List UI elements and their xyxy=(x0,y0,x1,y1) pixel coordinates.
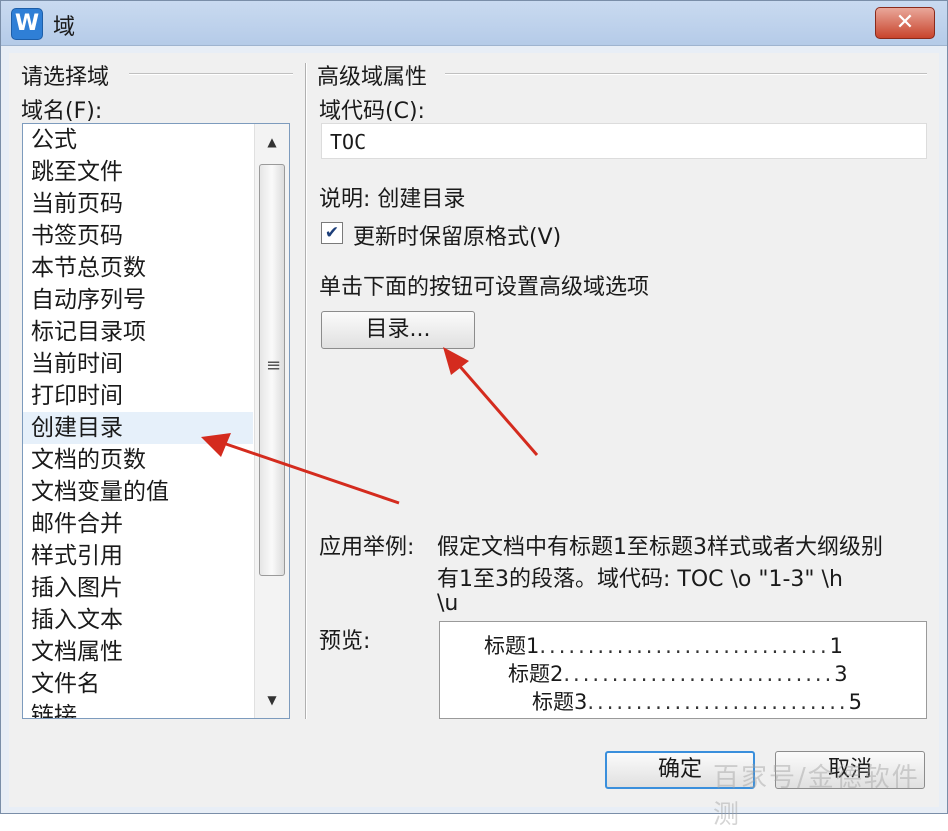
advanced-group-title: 高级域属性 xyxy=(317,59,434,91)
wps-writer-icon: W xyxy=(11,8,43,40)
group-divider xyxy=(445,73,927,75)
preview-title: 标题2 xyxy=(508,662,564,686)
field-list-item[interactable]: 文件名 xyxy=(23,668,253,700)
vertical-divider xyxy=(305,63,307,719)
dialog-title: 域 xyxy=(53,15,76,40)
preserve-format-label[interactable]: 更新时保留原格式(V) xyxy=(353,219,561,251)
group-divider xyxy=(129,73,293,75)
close-button[interactable]: ✕ xyxy=(875,7,935,39)
preview-title: 标题3 xyxy=(532,690,588,714)
field-list-item[interactable]: 打印时间 xyxy=(23,380,253,412)
field-group-title: 请选择域 xyxy=(21,59,116,91)
preview-entry-1: 标题1..............................1 xyxy=(484,630,843,660)
field-dialog: W 域 ✕ 请选择域 域名(F): 公式 跳至文件 当前页码 书签页码 本节总页数 自动序… xyxy=(0,0,948,830)
field-list-item[interactable]: 公式 xyxy=(23,124,253,156)
scroll-up-arrow-icon[interactable]: ▲ xyxy=(255,128,289,156)
field-code-label: 域代码(C): xyxy=(319,99,425,124)
field-list-item[interactable]: 文档变量的值 xyxy=(23,476,253,508)
field-list-item[interactable]: 链接 xyxy=(23,700,253,718)
field-list-item[interactable]: 邮件合并 xyxy=(23,508,253,540)
field-list-item[interactable]: 跳至文件 xyxy=(23,156,253,188)
preview-page: 5 xyxy=(848,690,862,714)
preview-page: 1 xyxy=(829,634,844,658)
leader-dots: ............................ xyxy=(563,662,835,686)
preview-title: 标题1 xyxy=(484,634,540,658)
field-name-label: 域名(F): xyxy=(21,99,103,124)
preview-page: 3 xyxy=(834,662,848,686)
field-list-items: 公式 跳至文件 当前页码 书签页码 本节总页数 自动序列号 标记目录项 当前时间 打印时间 创建目… xyxy=(23,124,253,718)
leader-dots: ........................... xyxy=(587,690,849,714)
example-label: 应用举例: xyxy=(319,535,415,560)
toc-options-button[interactable]: 目录... xyxy=(321,311,475,349)
title-bar[interactable]: W 域 ✕ xyxy=(1,1,947,46)
dialog-body: 请选择域 域名(F): 公式 跳至文件 当前页码 书签页码 本节总页数 自动序列号 标记目录… xyxy=(9,53,939,830)
example-text-line3: \u xyxy=(437,591,459,616)
preview-label: 预览: xyxy=(319,629,371,654)
advanced-hint-text: 单击下面的按钮可设置高级域选项 xyxy=(319,275,650,300)
field-list-item[interactable]: 创建目录 xyxy=(23,412,253,444)
preserve-format-checkbox[interactable]: ✔ xyxy=(321,222,343,244)
vertical-scrollbar[interactable]: ▲ ≡ ▼ xyxy=(254,124,289,718)
field-list-item[interactable]: 插入图片 xyxy=(23,572,253,604)
field-list-item[interactable]: 插入文本 xyxy=(23,604,253,636)
field-list-item[interactable]: 本节总页数 xyxy=(23,252,253,284)
field-list-item[interactable]: 书签页码 xyxy=(23,220,253,252)
field-list-item[interactable]: 文档属性 xyxy=(23,636,253,668)
field-list-item[interactable]: 标记目录项 xyxy=(23,316,253,348)
scroll-thumb[interactable]: ≡ xyxy=(259,164,285,576)
grip-icon: ≡ xyxy=(266,355,282,376)
scroll-down-arrow-icon[interactable]: ▼ xyxy=(255,686,289,714)
field-list-item[interactable]: 当前时间 xyxy=(23,348,253,380)
field-list-item[interactable]: 文档的页数 xyxy=(23,444,253,476)
preview-entry-3: 标题3...........................5 xyxy=(532,686,862,716)
example-text-line1: 假定文档中有标题1至标题3样式或者大纲级别 xyxy=(437,535,883,560)
leader-dots: .............................. xyxy=(539,634,830,658)
watermark-text: 百家号/金德软件测 xyxy=(713,763,920,830)
example-text-line2: 有1至3的段落。域代码: TOC \o "1-3" \h xyxy=(437,567,843,592)
preview-entry-2: 标题2............................3 xyxy=(508,658,848,688)
toc-preview-box: 标题1..............................1 标题2..… xyxy=(439,621,927,719)
field-code-input[interactable]: TOC xyxy=(321,123,927,159)
field-list-item[interactable]: 自动序列号 xyxy=(23,284,253,316)
field-list-item[interactable]: 样式引用 xyxy=(23,540,253,572)
field-name-list[interactable]: 公式 跳至文件 当前页码 书签页码 本节总页数 自动序列号 标记目录项 当前时间 打印时间 创建目… xyxy=(22,123,290,719)
field-description: 说明: 创建目录 xyxy=(319,187,466,212)
field-list-item[interactable]: 当前页码 xyxy=(23,188,253,220)
